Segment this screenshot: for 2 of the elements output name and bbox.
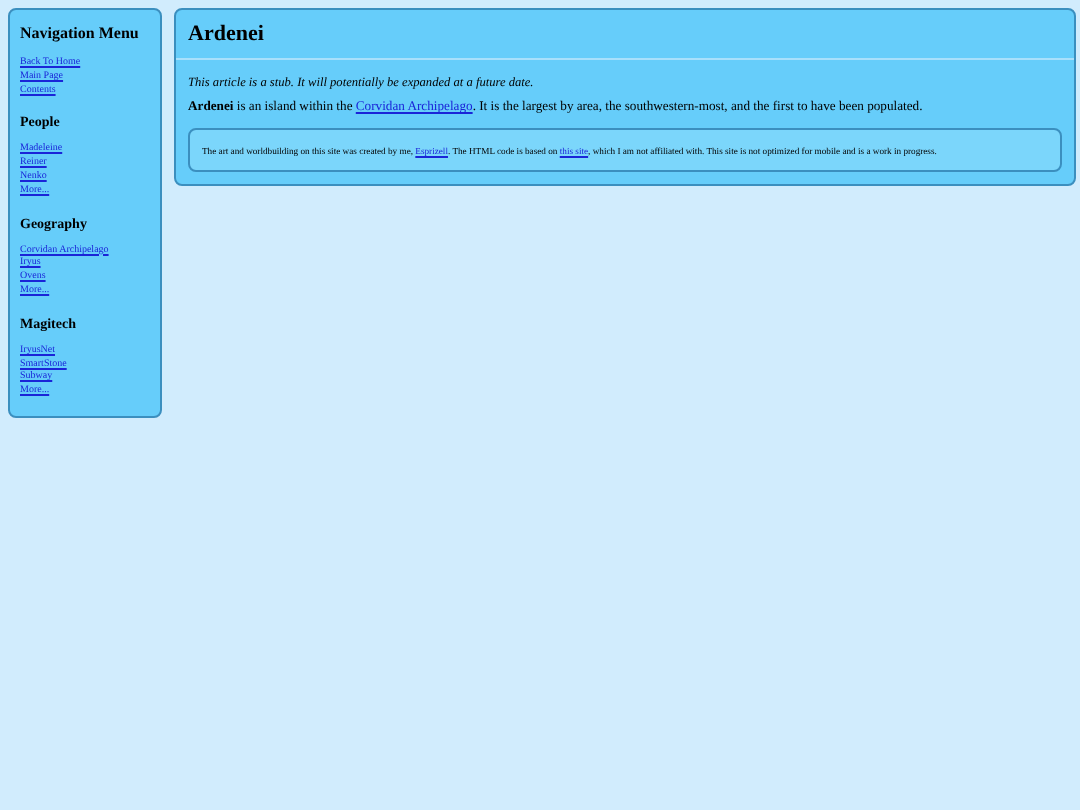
article-title: Ardenei (188, 22, 266, 46)
sidebar-title: Navigation Menu (20, 24, 141, 42)
